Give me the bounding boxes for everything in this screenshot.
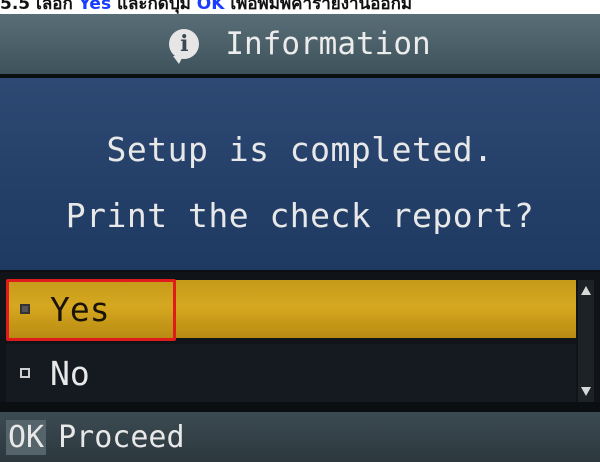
message-line-1: Setup is completed.: [106, 130, 494, 169]
option-no[interactable]: No: [6, 344, 576, 402]
speech-bubble-info-icon: i: [169, 29, 200, 64]
caption-middle: และกดปุ่ม: [111, 0, 197, 14]
bullet-icon: [20, 368, 30, 378]
scroll-down-arrow-icon[interactable]: [581, 387, 591, 396]
annotation-highlight-box: [6, 279, 176, 341]
scrollbar[interactable]: [578, 280, 594, 402]
dialog-title: Information: [225, 26, 431, 62]
caption-prefix: 5.5 เลือก: [0, 0, 79, 14]
footer-bar: OK Proceed: [0, 412, 600, 462]
caption-suffix: เพื่อพิมพ์ค่ารายงานออกม: [224, 0, 413, 14]
printer-lcd-screen: i Information Setup is completed. Print …: [0, 14, 600, 462]
proceed-label: Proceed: [58, 419, 185, 455]
ok-key-label[interactable]: OK: [6, 419, 47, 455]
scroll-up-arrow-icon[interactable]: [581, 286, 591, 295]
dialog-titlebar: i Information: [0, 14, 600, 74]
dialog-message-area: Setup is completed. Print the check repo…: [0, 78, 600, 270]
caption-ok: OK: [196, 0, 225, 14]
option-no-label: No: [50, 353, 90, 393]
message-line-2: Print the check report?: [65, 196, 535, 235]
caption-yes: Yes: [78, 0, 112, 14]
